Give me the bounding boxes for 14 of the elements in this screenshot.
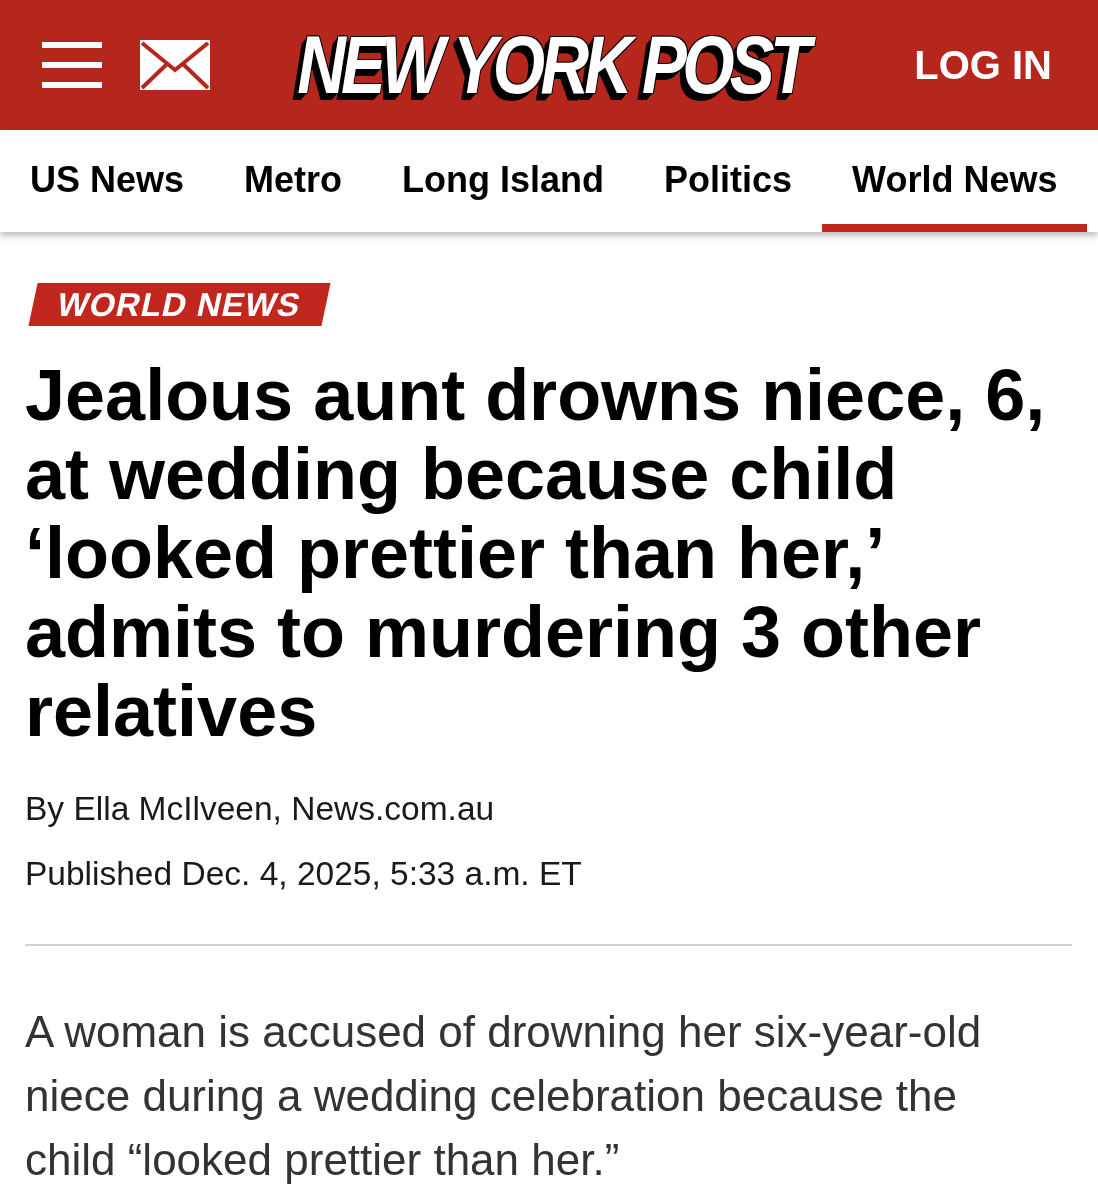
logo[interactable]: NEW YORK POST [283,14,813,124]
section-tag[interactable]: WORLD NEWS [28,283,331,326]
headline: Jealous aunt drowns niece, 6, at wedding because child ‘looked prettier than her,’ admits to murdering 3 other relatives [25,356,1047,751]
nav-tab[interactable]: Politics [634,130,823,232]
nav-tab[interactable]: Metro [214,130,373,232]
body-paragraph: A woman is accused of drowning her six-year-old niece during a wedding celebration because the child “looked prettier than her.” [25,1006,983,1186]
nav-tab[interactable]: US News [0,130,215,232]
nav-tab[interactable]: World News [822,130,1088,232]
mail-icon[interactable] [140,40,210,90]
login-link[interactable]: LOG IN [914,45,1052,85]
menu-icon[interactable] [42,42,102,88]
publish-date: Published Dec. 4, 2025, 5:33 a.m. ET [25,854,583,894]
nav-tab[interactable]: Long Island [372,130,635,232]
byline: By Ella McIlveen, News.com.au [25,789,496,829]
